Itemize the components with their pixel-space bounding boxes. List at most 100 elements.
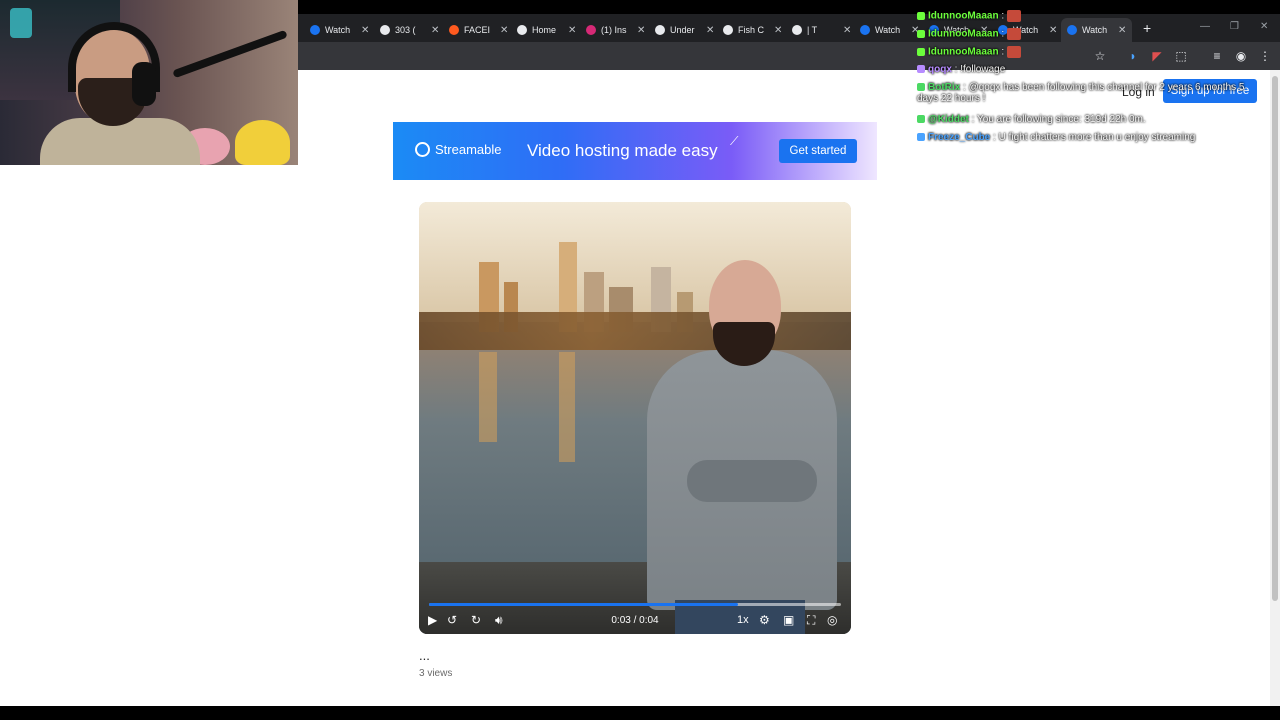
browser-tab[interactable]: FACEI ✕ [443, 18, 514, 42]
chat-badge-icon [917, 83, 925, 92]
sparkle-icon: ⟋ [730, 134, 739, 148]
rewind-icon[interactable]: ↺ [447, 613, 457, 627]
chat-badge-icon [917, 115, 925, 124]
tab-title: 303 ( [395, 25, 416, 35]
water-reflection [479, 352, 497, 442]
chat-text: : [998, 46, 1005, 58]
tab-favicon-icon [380, 25, 390, 35]
tab-close-icon[interactable]: ✕ [774, 25, 782, 36]
chat-message: qoqx : !followage [917, 64, 1005, 75]
chat-badge-icon [917, 12, 925, 20]
chat-text: : U fight chatters more than u enjoy str… [990, 132, 1196, 143]
tab-title: Watch [875, 25, 901, 35]
tab-title: | T [807, 25, 818, 35]
tab-close-icon[interactable]: ✕ [637, 25, 645, 36]
picture-in-picture-icon[interactable]: ▣ [783, 613, 794, 627]
webcam-plush-yellow [235, 120, 290, 165]
chat-emote-icon [1007, 28, 1022, 40]
tab-favicon-icon [517, 25, 527, 35]
streamable-logo: Streamable [415, 142, 501, 157]
chat-username: BotRix [928, 82, 961, 93]
forward-icon[interactable]: ↻ [471, 613, 481, 627]
scrollbar-thumb[interactable] [1272, 76, 1278, 601]
tab-close-icon[interactable]: ✕ [500, 25, 508, 36]
settings-gear-icon[interactable]: ⚙ [759, 613, 770, 627]
webcam-headset-ear [132, 62, 156, 106]
browser-tab[interactable]: Under ✕ [649, 18, 720, 42]
promo-banner[interactable]: Streamable Video hosting made easy ⟋ Get… [393, 122, 877, 180]
tab-favicon-icon [586, 25, 596, 35]
player-controls: ▶ ↺ ↻ 🔊︎ 0:03 / 0:04 1x ⚙ ▣ ⛶ ◎ [419, 596, 851, 634]
chat-username: Freeze_Cube [928, 132, 991, 143]
webcam-overlay [0, 0, 298, 165]
video-person [647, 260, 837, 634]
fullscreen-icon[interactable]: ⛶ [807, 613, 815, 627]
chat-username: qoqx [928, 64, 952, 75]
chat-badge-icon [917, 30, 925, 38]
view-count: 3 views [419, 668, 453, 679]
chat-badge-icon [917, 48, 925, 56]
chat-badge-icon [917, 133, 925, 142]
play-icon[interactable]: ▶ [428, 613, 437, 627]
tab-favicon-icon [723, 25, 733, 35]
webcam-lamp [10, 8, 32, 38]
get-started-button[interactable]: Get started [779, 139, 857, 163]
window-bottom-strip [0, 706, 1280, 720]
chat-message: IdunnooMaaan : [917, 46, 1022, 58]
tab-title: (1) Ins [601, 25, 627, 35]
volume-icon[interactable]: 🔊︎ [495, 613, 503, 627]
chat-text: : [998, 28, 1005, 40]
chat-message: Freeze_Cube : U fight chatters more than… [917, 132, 1195, 143]
tab-close-icon[interactable]: ✕ [843, 25, 851, 36]
streamable-logo-icon [415, 142, 430, 157]
person-crossed-arms [687, 460, 817, 502]
chat-text: : @qoqx has been following this channel … [917, 82, 1245, 104]
banner-tagline: Video hosting made easy [527, 141, 718, 160]
tab-title: Home [532, 25, 557, 35]
tab-close-icon[interactable]: ✕ [706, 25, 714, 36]
chat-username: @Kiddet [928, 114, 969, 125]
browser-tab[interactable]: Watch ✕ [854, 18, 925, 42]
chat-username: IdunnooMaaan [928, 46, 999, 58]
water-reflection [559, 352, 575, 462]
chat-emote-icon [1007, 46, 1022, 58]
progress-bar[interactable] [429, 603, 841, 606]
stream-chat-overlay: IdunnooMaaan : IdunnooMaaan : IdunnooMaaan… [917, 0, 1267, 150]
tab-favicon-icon [792, 25, 802, 35]
progress-fill [429, 603, 738, 606]
tab-favicon-icon [860, 25, 870, 35]
tab-close-icon[interactable]: ✕ [568, 25, 576, 36]
tab-close-icon[interactable]: ✕ [431, 25, 439, 36]
tab-favicon-icon [655, 25, 665, 35]
chat-username: IdunnooMaaan [928, 10, 999, 22]
browser-tab[interactable]: Fish C ✕ [717, 18, 788, 42]
chat-text: : You are following since: 319d 22h 0m. [968, 114, 1146, 125]
tab-title: Under [670, 25, 695, 35]
streamable-brand-text: Streamable [435, 142, 502, 157]
tab-title: FACEI [464, 25, 491, 35]
tab-close-icon[interactable]: ✕ [361, 25, 369, 36]
chat-text: : [998, 10, 1005, 22]
webcam-mic-arm [172, 29, 288, 79]
streamable-player-logo-icon[interactable]: ◎ [827, 613, 837, 627]
playback-speed-button[interactable]: 1x [737, 613, 749, 627]
tab-favicon-icon [310, 25, 320, 35]
chat-message: @Kiddet : You are following since: 319d … [917, 114, 1146, 125]
chat-message: IdunnooMaaan : [917, 28, 1022, 40]
browser-tab[interactable]: Home ✕ [511, 18, 582, 42]
browser-tab[interactable]: (1) Ins ✕ [580, 18, 651, 42]
chat-message: IdunnooMaaan : [917, 10, 1022, 22]
browser-tab[interactable]: | T ✕ [786, 18, 857, 42]
browser-tab[interactable]: 303 ( ✕ [374, 18, 445, 42]
page-scrollbar[interactable] [1270, 70, 1280, 706]
tab-favicon-icon [449, 25, 459, 35]
tab-title: Fish C [738, 25, 765, 35]
video-title: ... [419, 648, 430, 663]
chat-username: IdunnooMaaan [928, 28, 999, 40]
video-player[interactable] [419, 202, 851, 634]
time-display: 0:03 / 0:04 [611, 615, 659, 626]
browser-tab[interactable]: Watch ✕ [304, 18, 375, 42]
chat-message: BotRix : @qoqx has been following this c… [917, 82, 1262, 104]
screen: Watch ✕ 303 (✕ FACEI ✕ Home ✕ (1) Ins ✕ Under ✕ Fis… [0, 0, 1280, 720]
chat-text: : !followage [951, 64, 1006, 75]
